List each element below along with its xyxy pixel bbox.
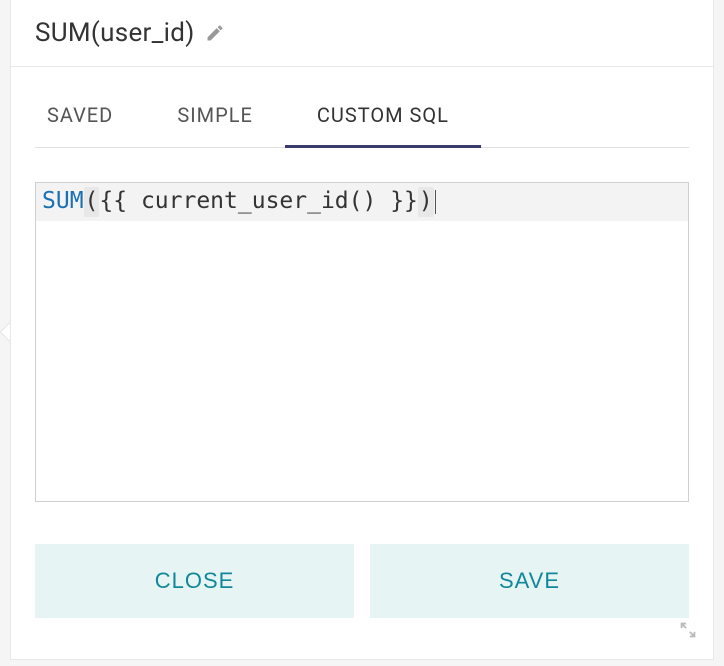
- button-row: CLOSE SAVE: [35, 544, 689, 618]
- sql-token-keyword: SUM: [42, 187, 84, 217]
- sql-token-open-paren: (: [84, 187, 100, 217]
- tab-custom-sql[interactable]: CUSTOM SQL: [285, 67, 481, 148]
- tab-simple[interactable]: SIMPLE: [145, 67, 285, 148]
- sql-token-body-end: }}: [376, 187, 418, 217]
- metric-editor-panel: SUM(user_id) SAVED SIMPLE CUSTOM SQL SUM…: [10, 0, 714, 660]
- tab-saved[interactable]: SAVED: [35, 67, 145, 148]
- panel-content: SAVED SIMPLE CUSTOM SQL SUM({{ current_u…: [11, 67, 713, 618]
- panel-header: SUM(user_id): [11, 0, 713, 67]
- sql-token-body: {{ current_user_id: [99, 187, 348, 217]
- editor-cursor: [435, 190, 436, 214]
- save-button[interactable]: SAVE: [370, 544, 689, 618]
- resize-handle-icon[interactable]: [677, 619, 699, 645]
- sql-editor-line[interactable]: SUM({{ current_user_id() }}): [36, 183, 688, 221]
- metric-title: SUM(user_id): [35, 18, 195, 48]
- sql-editor[interactable]: SUM({{ current_user_id() }}): [35, 182, 689, 502]
- sql-token-inner-parens: (): [349, 187, 377, 217]
- sql-token-close-paren: ): [418, 187, 434, 217]
- edit-icon[interactable]: [205, 23, 225, 43]
- tab-bar: SAVED SIMPLE CUSTOM SQL: [35, 67, 689, 148]
- close-button[interactable]: CLOSE: [35, 544, 354, 618]
